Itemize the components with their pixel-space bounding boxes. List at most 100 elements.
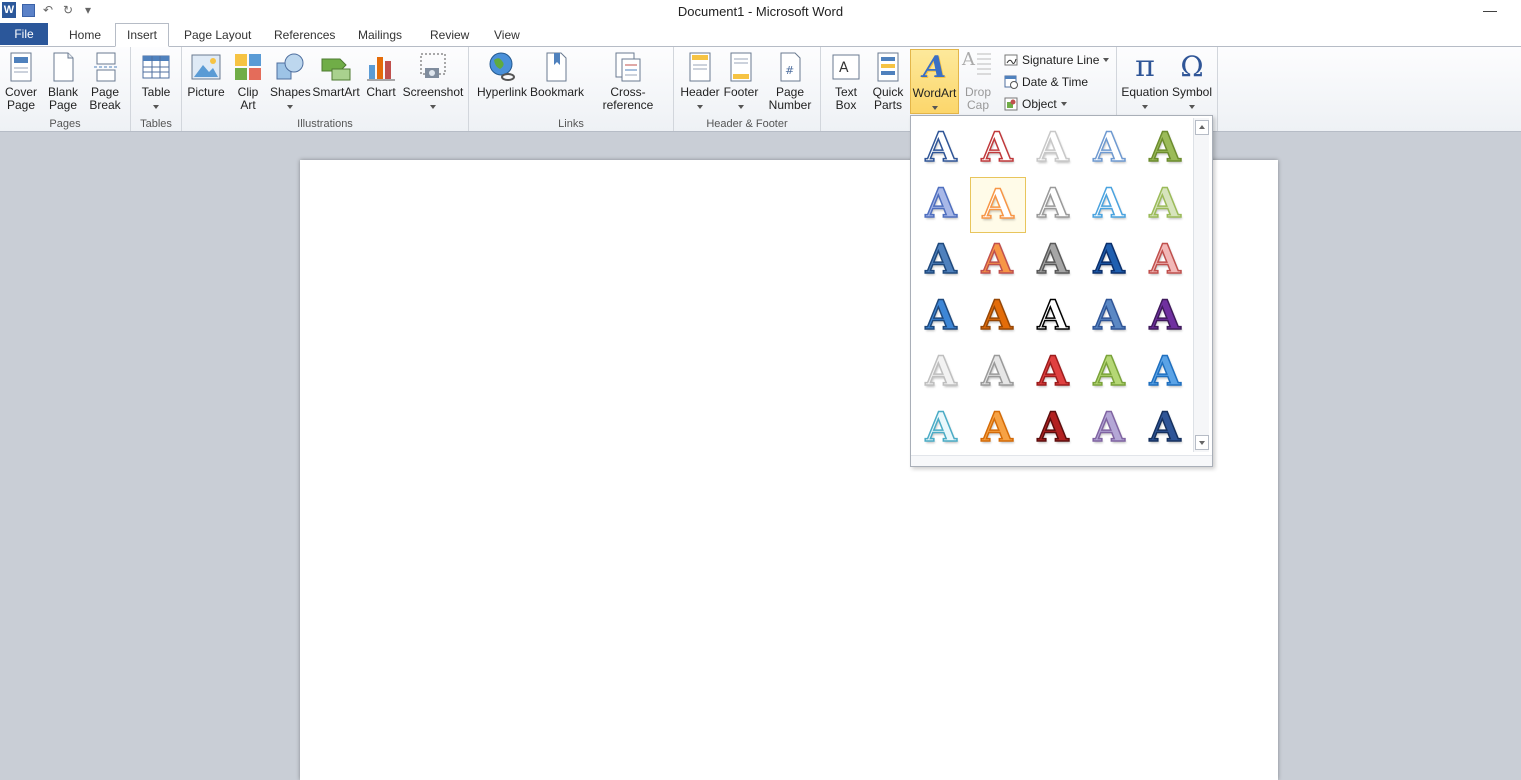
wordart-style-3[interactable]: A [1026, 121, 1080, 175]
wordart-style-5[interactable]: A [1138, 121, 1192, 175]
page-break-button[interactable]: Page Break [86, 49, 124, 112]
page-break-icon [89, 51, 121, 83]
blank-page-icon [47, 51, 79, 83]
wordart-style-2[interactable]: A [970, 121, 1024, 175]
quick-parts-label-2: Parts [873, 98, 902, 112]
wordart-style-24[interactable]: A [1082, 345, 1136, 399]
tab-references[interactable]: References [274, 25, 335, 46]
svg-text:#: # [785, 64, 794, 77]
clip-art-icon [232, 51, 264, 83]
drop-cap-button[interactable]: A Drop Cap [959, 49, 997, 112]
cross-reference-button[interactable]: Cross-reference [587, 49, 669, 112]
minimize-button[interactable]: — [1483, 2, 1497, 18]
clip-art-label-2: Art [240, 98, 256, 112]
shapes-button[interactable]: Shapes [270, 49, 311, 112]
document-canvas [0, 132, 1521, 780]
wordart-style-26[interactable]: A [914, 401, 968, 455]
cross-reference-icon [612, 51, 644, 83]
scroll-up-arrow[interactable] [1195, 120, 1209, 135]
picture-label: Picture [187, 85, 225, 99]
globe-icon [486, 51, 518, 83]
tab-mailings[interactable]: Mailings [358, 25, 402, 46]
page-number-label-2: Number [768, 98, 812, 112]
wordart-dropdown-arrow [931, 106, 938, 110]
tab-page-layout[interactable]: Page Layout [184, 25, 251, 46]
picture-button[interactable]: Picture [186, 49, 226, 99]
chart-button[interactable]: Chart [362, 49, 400, 99]
equation-label: Equation [1121, 85, 1169, 99]
wordart-style-13[interactable]: A [1026, 233, 1080, 287]
wordart-style-10[interactable]: A [1138, 177, 1192, 231]
wordart-style-17[interactable]: A [970, 289, 1024, 343]
wordart-style-12[interactable]: A [970, 233, 1024, 287]
tab-insert[interactable]: Insert [115, 23, 169, 47]
smartart-icon [320, 51, 352, 83]
wordart-style-1[interactable]: A [914, 121, 968, 175]
wordart-style-7[interactable]: A [970, 177, 1026, 233]
wordart-style-8[interactable]: A [1026, 177, 1080, 231]
omega-icon: Ω [1180, 50, 1204, 83]
cover-page-button[interactable]: Cover Page [2, 49, 40, 112]
signature-line-button[interactable]: Signature Line [1004, 50, 1110, 70]
ribbon-insert: Cover Page Blank Page Page Break Pages T… [0, 47, 1521, 132]
wordart-style-11[interactable]: A [914, 233, 968, 287]
wordart-style-27[interactable]: A [970, 401, 1024, 455]
group-illustrations: Picture Clip Art Shapes SmartArt Chart S… [182, 47, 469, 131]
wordart-button[interactable]: A WordArt [910, 49, 959, 114]
title-bar: W ↶ ↻ ▾ Document1 - Microsoft Word — [0, 0, 1521, 22]
footer-button[interactable]: Footer [722, 49, 760, 112]
chart-label: Chart [366, 85, 396, 99]
wordart-style-4[interactable]: A [1082, 121, 1136, 175]
window-title: Document1 - Microsoft Word [677, 4, 844, 19]
wordart-style-19[interactable]: A [1082, 289, 1136, 343]
screenshot-icon [417, 51, 449, 83]
table-button[interactable]: Table [137, 49, 175, 112]
wordart-style-28[interactable]: A [1026, 401, 1080, 455]
equation-button[interactable]: π Equation [1119, 49, 1171, 112]
tab-view[interactable]: View [494, 25, 520, 46]
wordart-style-20[interactable]: A [1138, 289, 1192, 343]
footer-label: Footer [723, 85, 759, 99]
header-button[interactable]: Header [680, 49, 720, 112]
table-dropdown-arrow [153, 105, 159, 109]
date-time-button[interactable]: Date & Time [1004, 72, 1088, 92]
group-pages: Cover Page Blank Page Page Break Pages [0, 47, 131, 131]
gallery-scrollbar[interactable] [1193, 118, 1209, 452]
gallery-resize-grip[interactable] [911, 455, 1212, 466]
text-box-label-2: Box [835, 98, 857, 112]
screenshot-dropdown-arrow [430, 105, 436, 109]
tab-review[interactable]: Review [430, 25, 469, 46]
wordart-style-30[interactable]: A [1138, 401, 1192, 455]
object-button[interactable]: Object [1004, 94, 1067, 114]
smartart-button[interactable]: SmartArt [312, 49, 360, 99]
bookmark-button[interactable]: Bookmark [529, 49, 585, 99]
wordart-style-14[interactable]: A [1082, 233, 1136, 287]
group-label-illustrations: Illustrations [297, 118, 353, 130]
wordart-style-15[interactable]: A [1138, 233, 1192, 287]
text-box-icon: A [830, 51, 862, 83]
clip-art-button[interactable]: Clip Art [230, 49, 266, 112]
page-number-button[interactable]: # Page Number [764, 49, 816, 112]
screenshot-button[interactable]: Screenshot [402, 49, 464, 112]
symbol-button[interactable]: Ω Symbol [1171, 49, 1213, 112]
scroll-down-arrow[interactable] [1195, 435, 1209, 450]
wordart-style-22[interactable]: A [970, 345, 1024, 399]
date-time-label: Date & Time [1022, 75, 1089, 89]
wordart-style-21[interactable]: A [914, 345, 968, 399]
tab-home[interactable]: Home [69, 25, 101, 46]
symbol-label: Symbol [1171, 85, 1212, 99]
quick-parts-button[interactable]: Quick Parts [869, 49, 907, 112]
text-box-button[interactable]: A Text Box [827, 49, 865, 112]
drop-cap-icon: A [962, 51, 994, 83]
wordart-style-25[interactable]: A [1138, 345, 1192, 399]
wordart-style-18[interactable]: A [1026, 289, 1080, 343]
object-icon [1004, 97, 1018, 111]
wordart-style-9[interactable]: A [1082, 177, 1136, 231]
tab-file[interactable]: File [0, 23, 48, 45]
wordart-style-6[interactable]: A [914, 177, 968, 231]
hyperlink-button[interactable]: Hyperlink [473, 49, 531, 99]
wordart-style-23[interactable]: A [1026, 345, 1080, 399]
wordart-style-29[interactable]: A [1082, 401, 1136, 455]
blank-page-button[interactable]: Blank Page [44, 49, 82, 112]
wordart-style-16[interactable]: A [914, 289, 968, 343]
